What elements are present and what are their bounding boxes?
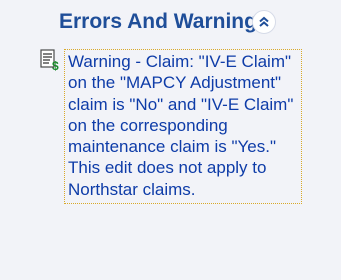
svg-text:$: $ [52,59,59,71]
document-dollar-icon: $ [39,49,61,73]
collapse-button[interactable] [252,10,276,34]
warning-message: Warning - Claim: "IV-E Claim" on the "MA… [64,49,302,205]
panel-title: Errors And Warnings [59,10,269,33]
errors-warnings-panel: Errors And Warnings $ Warning - Claim: "… [0,0,341,280]
panel-header: Errors And Warnings [0,0,341,44]
double-chevron-up-icon [259,16,269,27]
